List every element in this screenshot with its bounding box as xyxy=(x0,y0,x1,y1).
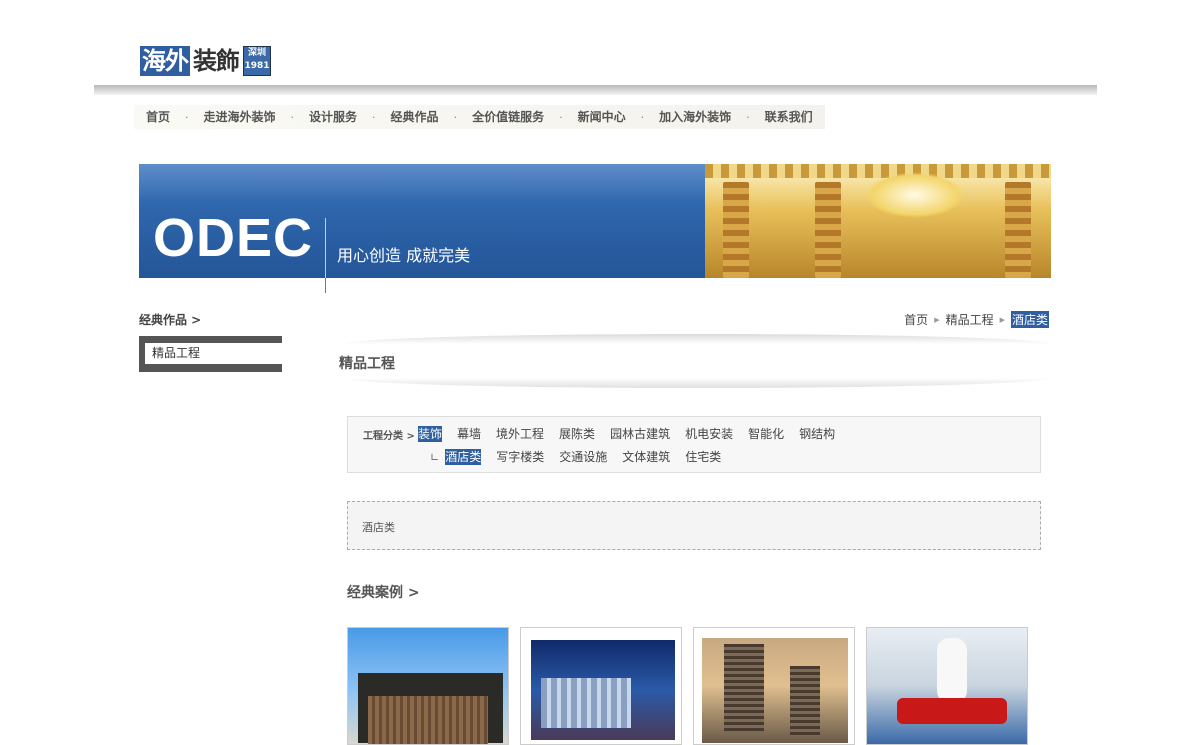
site-logo[interactable]: 海外 装飾 深圳 1981 xyxy=(140,44,271,76)
logo-text-part2: 装飾 xyxy=(193,46,240,75)
category-decoration[interactable]: 装饰 xyxy=(418,426,443,442)
breadcrumb-featured[interactable]: 精品工程 xyxy=(946,311,994,328)
logo-text-part1: 海外 xyxy=(140,46,190,76)
category-steel-structure[interactable]: 钢结构 xyxy=(799,426,835,442)
sidebar-menu: 精品工程 xyxy=(139,336,282,372)
banner-blue-panel: ODEC 用心创造 成就完美 xyxy=(139,164,705,278)
nav-item-about[interactable]: 走进海外装饰 xyxy=(192,105,288,129)
building-tower xyxy=(724,644,764,734)
pillar xyxy=(723,182,749,278)
ceiling-beam xyxy=(705,164,1051,178)
nav-separator: · xyxy=(372,110,376,124)
nav-item-news[interactable]: 新闻中心 xyxy=(566,105,638,129)
sub-category-marker-icon: ∟ xyxy=(430,450,440,464)
case-thumbnail[interactable] xyxy=(693,627,855,745)
sidebar-title[interactable]: 经典作品 > xyxy=(139,311,201,328)
category-label: 工程分类 > xyxy=(363,431,415,442)
logo-badge-line1: 深圳 xyxy=(247,48,266,58)
banner-brand: ODEC xyxy=(153,208,314,268)
main-nav: 首页 · 走进海外装饰 · 设计服务 · 经典作品 · 全价值链服务 · 新闻中… xyxy=(134,105,825,129)
nav-item-contact[interactable]: 联系我们 xyxy=(753,105,825,129)
pillar xyxy=(815,182,841,278)
category-curtain-wall[interactable]: 幕墙 xyxy=(457,426,481,442)
subcategory-transport[interactable]: 交通设施 xyxy=(559,449,607,465)
nav-item-design-services[interactable]: 设计服务 xyxy=(297,105,369,129)
interior-pillar xyxy=(937,638,967,703)
breadcrumb-current[interactable]: 酒店类 xyxy=(1010,311,1049,328)
building-facade xyxy=(368,696,488,744)
chandelier xyxy=(865,172,965,218)
category-filter: 工程分类 > 装饰 幕墙 境外工程 展陈类 园林古建筑 机电安装 智能化 钢结构… xyxy=(347,416,1041,473)
nav-item-value-chain[interactable]: 全价值链服务 xyxy=(460,105,556,129)
breadcrumb-arrow-icon: ▶ xyxy=(934,315,940,324)
logo-badge: 深圳 1981 xyxy=(243,46,271,76)
logo-badge-line2: 1981 xyxy=(244,61,270,71)
banner-slogan: 用心创造 成就完美 xyxy=(337,246,471,265)
banner-divider-tail xyxy=(325,278,326,293)
header-divider xyxy=(94,85,1097,95)
building-tower xyxy=(790,666,820,736)
page-title: 精品工程 xyxy=(339,356,395,372)
category-description: 酒店类 xyxy=(347,501,1041,550)
category-intelligent[interactable]: 智能化 xyxy=(748,426,784,442)
breadcrumb-home[interactable]: 首页 xyxy=(904,311,928,328)
nav-separator: · xyxy=(290,110,295,124)
title-shade-bottom xyxy=(345,378,1050,388)
subcategory-residential[interactable]: 住宅类 xyxy=(685,449,721,465)
nav-separator: · xyxy=(185,110,189,124)
banner-divider xyxy=(325,218,326,278)
red-sofa xyxy=(897,698,1007,724)
case-thumbnail[interactable] xyxy=(347,627,509,745)
hero-banner: ODEC 用心创造 成就完美 xyxy=(139,164,1051,278)
category-overseas[interactable]: 境外工程 xyxy=(496,426,544,442)
nav-item-classic-works[interactable]: 经典作品 xyxy=(379,105,451,129)
nav-separator: · xyxy=(746,110,750,124)
nav-separator: · xyxy=(559,110,563,124)
breadcrumb-arrow-icon: ▶ xyxy=(999,315,1005,324)
category-mep[interactable]: 机电安装 xyxy=(685,426,733,442)
banner-hotel-photo xyxy=(705,164,1051,278)
cases-title[interactable]: 经典案例 > xyxy=(347,582,420,602)
nav-separator: · xyxy=(640,110,645,124)
description-text: 酒店类 xyxy=(362,521,395,534)
subcategory-culture-sports[interactable]: 文体建筑 xyxy=(622,449,670,465)
nav-item-home[interactable]: 首页 xyxy=(134,105,182,129)
nav-separator: · xyxy=(453,110,458,124)
title-shade-top xyxy=(345,334,1050,344)
nav-item-join[interactable]: 加入海外装饰 xyxy=(647,105,743,129)
case-thumbnail[interactable] xyxy=(866,627,1028,745)
breadcrumb: 首页 ▶ 精品工程 ▶ 酒店类 xyxy=(904,311,1049,328)
category-exhibition[interactable]: 展陈类 xyxy=(559,426,595,442)
building-shape xyxy=(541,678,631,728)
category-row-main: 装饰 幕墙 境外工程 展陈类 园林古建筑 机电安装 智能化 钢结构 xyxy=(418,426,850,442)
sidebar-item-featured-projects[interactable]: 精品工程 xyxy=(145,343,282,364)
case-thumbnail[interactable] xyxy=(520,627,682,745)
subcategory-office[interactable]: 写字楼类 xyxy=(496,449,544,465)
category-row-sub: ∟ 酒店类 写字楼类 交通设施 文体建筑 住宅类 xyxy=(430,449,736,465)
category-garden-ancient[interactable]: 园林古建筑 xyxy=(610,426,670,442)
pillar xyxy=(1005,182,1031,278)
subcategory-hotel[interactable]: 酒店类 xyxy=(445,449,482,465)
